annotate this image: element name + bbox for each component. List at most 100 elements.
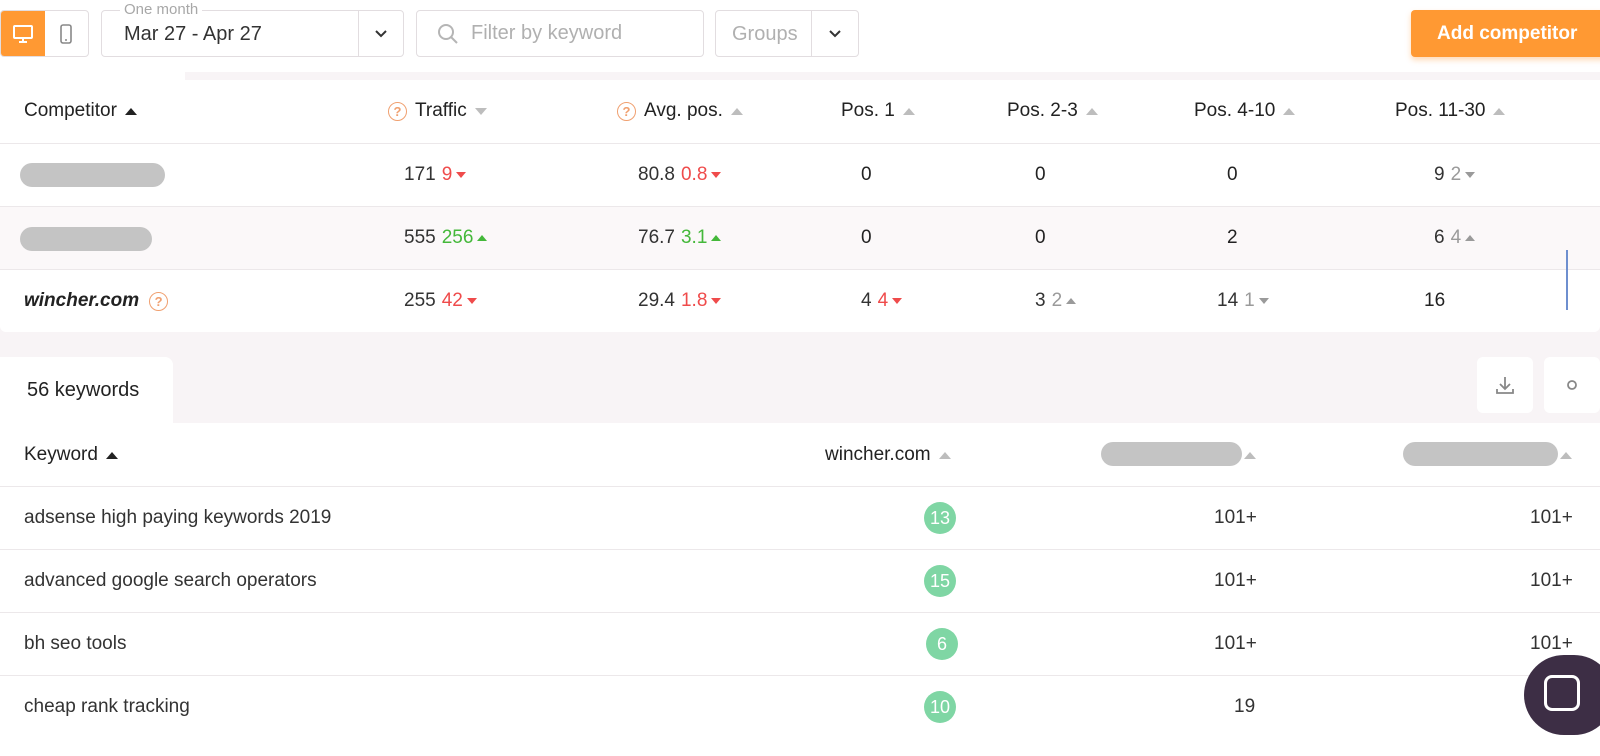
competitor-table: Competitor ? Traffic ? Avg. pos. Pos. 1 …: [0, 80, 1600, 332]
sort-asc-icon[interactable]: [1560, 452, 1572, 459]
keyword-count-tab[interactable]: 56 keywords: [0, 357, 173, 423]
decrease-icon: [466, 298, 477, 304]
rank-badge: 13: [924, 502, 957, 534]
traffic-cell: 255 42: [404, 290, 477, 312]
pos-delta: 1: [1244, 290, 1269, 312]
col-header-label: Pos. 4-10: [1194, 100, 1276, 121]
increase-icon: [477, 235, 488, 241]
help-icon[interactable]: ?: [388, 101, 407, 121]
col-header-label: Pos. 11-30: [1395, 100, 1486, 121]
rank-badge: 15: [924, 565, 957, 597]
pos1-cell: 44: [861, 290, 903, 312]
pos-delta: 2: [1451, 164, 1476, 186]
col-header-label: Competitor: [24, 100, 117, 121]
pos2-3-cell: 0: [1035, 164, 1046, 185]
col-header-label: Traffic: [415, 100, 467, 121]
sort-asc-icon[interactable]: [1244, 452, 1256, 459]
pos2-3-cell: 32: [1035, 290, 1077, 312]
date-range-dropdown-button[interactable]: [358, 11, 403, 56]
sort-asc-icon: [1493, 107, 1506, 115]
decrease-icon: [1258, 298, 1269, 304]
col-header-pos1[interactable]: Pos. 1: [841, 100, 915, 122]
search-icon: [438, 24, 458, 44]
keyword-row[interactable]: advanced google search operators 15 101+…: [0, 549, 1600, 612]
date-range-select[interactable]: One month Mar 27 - Apr 27: [101, 1, 404, 57]
sort-desc-icon: [474, 107, 487, 115]
pos-delta: 4: [1451, 227, 1476, 249]
desktop-view-button[interactable]: [1, 11, 45, 56]
pos11-30-cell: 92: [1434, 164, 1476, 186]
pos4-10-cell: 14 1: [1217, 290, 1269, 312]
keyword-name[interactable]: cheap rank tracking: [24, 696, 190, 718]
rank-badge: 6: [926, 628, 958, 660]
competitor-rank: 101+: [1214, 570, 1257, 591]
groups-dropdown-button[interactable]: [811, 11, 858, 56]
col-header-label: Avg. pos.: [644, 100, 723, 121]
avg-delta: 0.8: [681, 164, 722, 186]
chat-launcher-button[interactable]: [1524, 655, 1600, 735]
competitor-rank: 19: [1234, 696, 1256, 717]
keyword-row[interactable]: adsense high paying keywords 2019 13 101…: [0, 486, 1600, 549]
add-competitor-button[interactable]: Add competitor: [1411, 10, 1600, 57]
decrease-icon: [456, 172, 467, 178]
settings-button[interactable]: [1544, 357, 1600, 413]
chevron-down-icon: [829, 30, 841, 38]
avg-delta: 3.1: [681, 227, 722, 249]
avg-pos-cell: 29.4 1.8: [638, 290, 722, 312]
download-icon: [1496, 377, 1514, 394]
keyword-row[interactable]: bh seo tools 6 101+ 101+: [0, 612, 1600, 675]
col-header-pos4-10[interactable]: Pos. 4-10: [1194, 100, 1296, 122]
col-header-site[interactable]: wincher.com: [825, 444, 951, 466]
keyword-name[interactable]: bh seo tools: [24, 633, 126, 655]
competitor-row[interactable]: wincher.com ? 255 42 29.4 1.8 44 32 14 1 16: [0, 269, 1600, 332]
keyword-name[interactable]: adsense high paying keywords 2019: [24, 507, 331, 529]
chat-icon: [1544, 675, 1580, 711]
sort-asc-icon: [124, 107, 137, 115]
keyword-filter-field[interactable]: [416, 10, 704, 57]
mobile-icon: [60, 23, 73, 44]
col-header-traffic[interactable]: ? Traffic: [388, 100, 487, 122]
pos-delta: 4: [878, 290, 903, 312]
col-header-avg-pos[interactable]: ? Avg. pos.: [617, 100, 743, 122]
keyword-table: Keyword wincher.com adsense high paying …: [0, 423, 1600, 756]
col-header-keyword[interactable]: Keyword: [24, 444, 118, 466]
traffic-cell: 171 9: [404, 164, 467, 186]
desktop-icon: [12, 24, 33, 43]
sort-asc-icon: [105, 451, 118, 459]
gear-icon: [1567, 380, 1577, 390]
date-range-label: One month: [120, 1, 203, 18]
pos4-10-cell: 2: [1227, 227, 1238, 248]
pos4-10-cell: 0: [1227, 164, 1238, 185]
decrease-icon: [711, 298, 722, 304]
redacted-competitor-header: [1403, 442, 1558, 466]
competitor-row[interactable]: 555 256 76.7 3.1 0 0 2 64: [0, 206, 1600, 269]
col-header-pos11-30[interactable]: Pos. 11-30: [1395, 100, 1506, 122]
sort-asc-icon: [1283, 107, 1296, 115]
competitor-rank: 101+: [1530, 570, 1573, 591]
redacted-competitor-name: [20, 163, 165, 187]
sort-asc-icon: [902, 107, 915, 115]
download-button[interactable]: [1477, 357, 1533, 413]
help-icon[interactable]: ?: [149, 291, 169, 311]
sort-asc-icon: [938, 451, 951, 459]
col-header-pos2-3[interactable]: Pos. 2-3: [1007, 100, 1098, 122]
avg-delta: 1.8: [681, 290, 722, 312]
keyword-name[interactable]: advanced google search operators: [24, 570, 317, 592]
groups-select[interactable]: Groups: [715, 10, 859, 57]
col-header-label: wincher.com: [825, 444, 931, 465]
traffic-cell: 555 256: [404, 227, 488, 249]
keyword-row[interactable]: cheap rank tracking 10 19: [0, 675, 1600, 738]
col-header-label: Keyword: [24, 444, 98, 465]
redacted-competitor-name: [20, 227, 152, 251]
increase-icon: [1066, 298, 1077, 304]
col-header-competitor[interactable]: Competitor: [24, 100, 137, 122]
help-icon[interactable]: ?: [617, 101, 636, 121]
sort-asc-icon: [1085, 107, 1098, 115]
competitor-name[interactable]: wincher.com: [24, 290, 139, 312]
mobile-view-button[interactable]: [45, 11, 89, 56]
competitor-name-cell: wincher.com ?: [24, 290, 169, 312]
keyword-filter-input[interactable]: [471, 11, 696, 56]
competitor-row[interactable]: 171 9 80.8 0.8 0 0 0 92: [0, 143, 1600, 206]
decrease-icon: [711, 172, 722, 178]
redacted-competitor-header: [1101, 442, 1242, 466]
